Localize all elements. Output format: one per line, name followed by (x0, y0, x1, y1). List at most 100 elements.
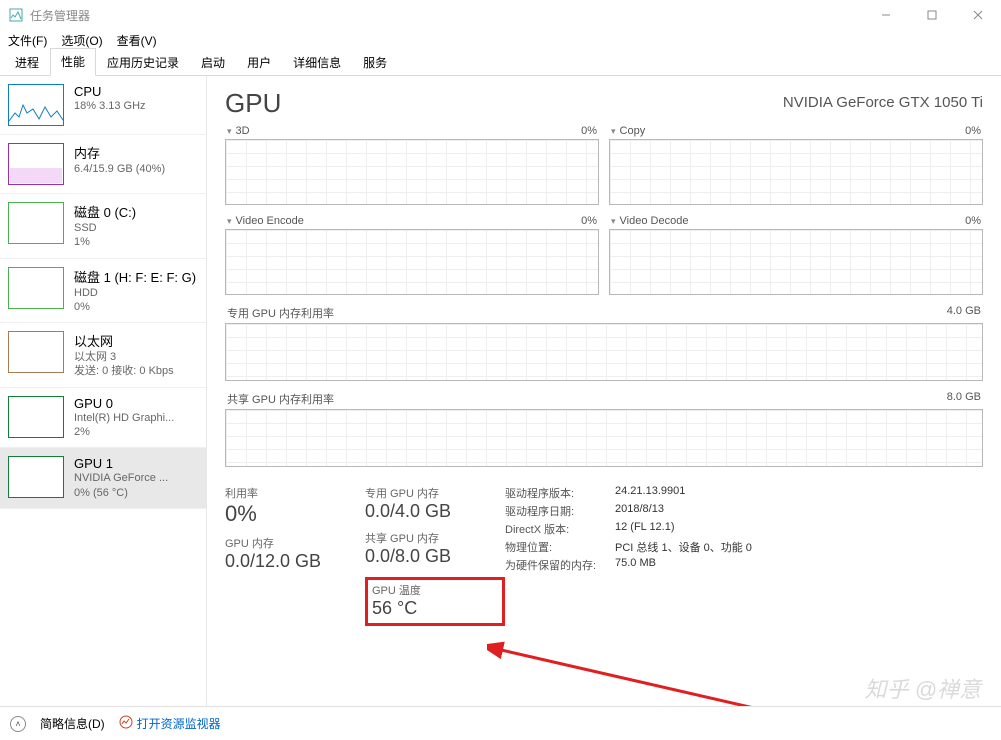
stat-gpumem-label: GPU 内存 (225, 535, 365, 551)
menu-view[interactable]: 查看(V) (117, 32, 157, 49)
chart-vdec-max: 0% (965, 215, 981, 227)
chart-copy[interactable]: ▾ Copy 0% (609, 125, 983, 205)
chart-dedicated-label: 专用 GPU 内存利用率 (227, 305, 334, 321)
main-panel: GPU NVIDIA GeForce GTX 1050 Ti ▾ 3D 0% ▾ Co… (207, 76, 1001, 706)
titlebar: 任务管理器 (0, 0, 1001, 30)
chart-video-encode[interactable]: ▾ Video Encode 0% (225, 215, 599, 295)
chevron-down-icon: ▾ (611, 126, 616, 136)
stat-gpumem-value: 0.0/12.0 GB (225, 551, 365, 572)
sidebar-item-cpu[interactable]: CPU18% 3.13 GHz (0, 76, 206, 135)
tab-performance[interactable]: 性能 (50, 48, 96, 76)
disk0-sub1: SSD (74, 221, 136, 235)
stat-shared-value: 0.0/8.0 GB (365, 546, 505, 567)
sidebar-item-disk1[interactable]: 磁盘 1 (H: F: E: F: G)HDD0% (0, 259, 206, 324)
menubar: 文件(F) 选项(O) 查看(V) (0, 30, 1001, 50)
stat-util-value: 0% (225, 501, 365, 527)
driver-date-label: 驱动程序日期: (505, 503, 615, 519)
directx-value: 12 (FL 12.1) (615, 521, 675, 537)
performance-sidebar: CPU18% 3.13 GHz 内存6.4/15.9 GB (40%) 磁盘 0… (0, 76, 207, 706)
collapse-icon[interactable]: ˄ (10, 716, 26, 732)
tab-app-history[interactable]: 应用历史记录 (96, 49, 190, 76)
close-button[interactable] (955, 0, 1001, 30)
memory-title: 内存 (74, 143, 165, 162)
chart-copy-max: 0% (965, 125, 981, 137)
chart-venc-label: Video Encode (236, 215, 304, 227)
open-resmon-link[interactable]: 打开资源监视器 (119, 715, 221, 732)
stat-shared-label: 共享 GPU 内存 (365, 530, 505, 546)
location-value: PCI 总线 1、设备 0、功能 0 (615, 539, 752, 555)
ethernet-thumb-icon (8, 331, 64, 373)
chart-video-decode[interactable]: ▾ Video Decode 0% (609, 215, 983, 295)
menu-options[interactable]: 选项(O) (61, 32, 102, 49)
chart-dedicated-max: 4.0 GB (947, 305, 981, 321)
sidebar-item-disk0[interactable]: 磁盘 0 (C:)SSD1% (0, 194, 206, 259)
disk0-sub2: 1% (74, 235, 136, 249)
cpu-title: CPU (74, 84, 146, 99)
driver-version-value: 24.21.13.9901 (615, 485, 685, 501)
window-title: 任务管理器 (30, 7, 90, 24)
maximize-button[interactable] (909, 0, 955, 30)
tabsbar: 进程 性能 应用历史记录 启动 用户 详细信息 服务 (0, 50, 1001, 76)
stat-dedicated-label: 专用 GPU 内存 (365, 485, 505, 501)
chevron-down-icon: ▾ (227, 216, 232, 226)
chevron-down-icon: ▾ (227, 126, 232, 136)
eth-sub1: 以太网 3 (74, 350, 174, 364)
chart-venc-max: 0% (581, 215, 597, 227)
gpu0-title: GPU 0 (74, 396, 174, 411)
sidebar-item-gpu1[interactable]: GPU 1NVIDIA GeForce ...0% (56 °C) (0, 448, 206, 509)
gpu1-title: GPU 1 (74, 456, 168, 471)
chart-shared-label: 共享 GPU 内存利用率 (227, 391, 334, 407)
gpu0-sub2: 2% (74, 425, 174, 439)
tab-details[interactable]: 详细信息 (282, 49, 352, 76)
gpu-thumb-icon (8, 456, 64, 498)
minimize-button[interactable] (863, 0, 909, 30)
tab-processes[interactable]: 进程 (4, 49, 50, 76)
disk0-title: 磁盘 0 (C:) (74, 202, 136, 221)
reserved-label: 为硬件保留的内存: (505, 557, 615, 573)
resmon-icon (119, 715, 133, 732)
gpu0-sub1: Intel(R) HD Graphi... (74, 411, 174, 425)
tab-startup[interactable]: 启动 (190, 49, 236, 76)
annotation-arrow-icon (487, 631, 787, 706)
chart-shared-mem[interactable]: 共享 GPU 内存利用率 8.0 GB (225, 391, 983, 467)
cpu-thumb-icon (8, 84, 64, 126)
location-label: 物理位置: (505, 539, 615, 555)
gpu-stats: 利用率0% GPU 内存0.0/12.0 GB 专用 GPU 内存0.0/4.0… (225, 485, 983, 626)
page-title: GPU (225, 88, 281, 119)
stat-temp-label: GPU 温度 (372, 582, 496, 598)
chevron-down-icon: ▾ (611, 216, 616, 226)
disk1-title: 磁盘 1 (H: F: E: F: G) (74, 267, 196, 286)
gpu-detail-table: 驱动程序版本:24.21.13.9901 驱动程序日期:2018/8/13 Di… (505, 485, 752, 626)
resmon-label: 打开资源监视器 (137, 715, 221, 732)
directx-label: DirectX 版本: (505, 521, 615, 537)
eth-sub2: 发送: 0 接收: 0 Kbps (74, 364, 174, 378)
gpu-thumb-icon (8, 396, 64, 438)
chart-3d-label: 3D (236, 125, 250, 137)
eth-title: 以太网 (74, 331, 174, 350)
gpu1-sub1: NVIDIA GeForce ... (74, 471, 168, 485)
menu-file[interactable]: 文件(F) (8, 32, 47, 49)
sidebar-item-memory[interactable]: 内存6.4/15.9 GB (40%) (0, 135, 206, 194)
chart-vdec-label: Video Decode (620, 215, 689, 227)
brief-info-button[interactable]: 简略信息(D) (40, 715, 105, 732)
disk-thumb-icon (8, 267, 64, 309)
driver-date-value: 2018/8/13 (615, 503, 664, 519)
chart-shared-max: 8.0 GB (947, 391, 981, 407)
chart-3d[interactable]: ▾3D0% (225, 125, 599, 205)
sidebar-item-gpu0[interactable]: GPU 0Intel(R) HD Graphi...2% (0, 388, 206, 449)
gpu-device-name: NVIDIA GeForce GTX 1050 Ti (783, 94, 983, 111)
stat-util-label: 利用率 (225, 485, 365, 501)
stat-dedicated-value: 0.0/4.0 GB (365, 501, 505, 522)
tab-users[interactable]: 用户 (236, 49, 282, 76)
tab-services[interactable]: 服务 (352, 49, 398, 76)
app-icon (8, 7, 24, 23)
driver-version-label: 驱动程序版本: (505, 485, 615, 501)
stat-temp-value: 56 °C (372, 598, 496, 619)
footer: ˄ 简略信息(D) 打开资源监视器 (0, 706, 1001, 740)
memory-thumb-icon (8, 143, 64, 185)
gpu1-sub2: 0% (56 °C) (74, 486, 168, 500)
reserved-value: 75.0 MB (615, 557, 656, 573)
sidebar-item-ethernet[interactable]: 以太网以太网 3发送: 0 接收: 0 Kbps (0, 323, 206, 388)
chart-dedicated-mem[interactable]: 专用 GPU 内存利用率 4.0 GB (225, 305, 983, 381)
chart-copy-label: Copy (620, 125, 646, 137)
